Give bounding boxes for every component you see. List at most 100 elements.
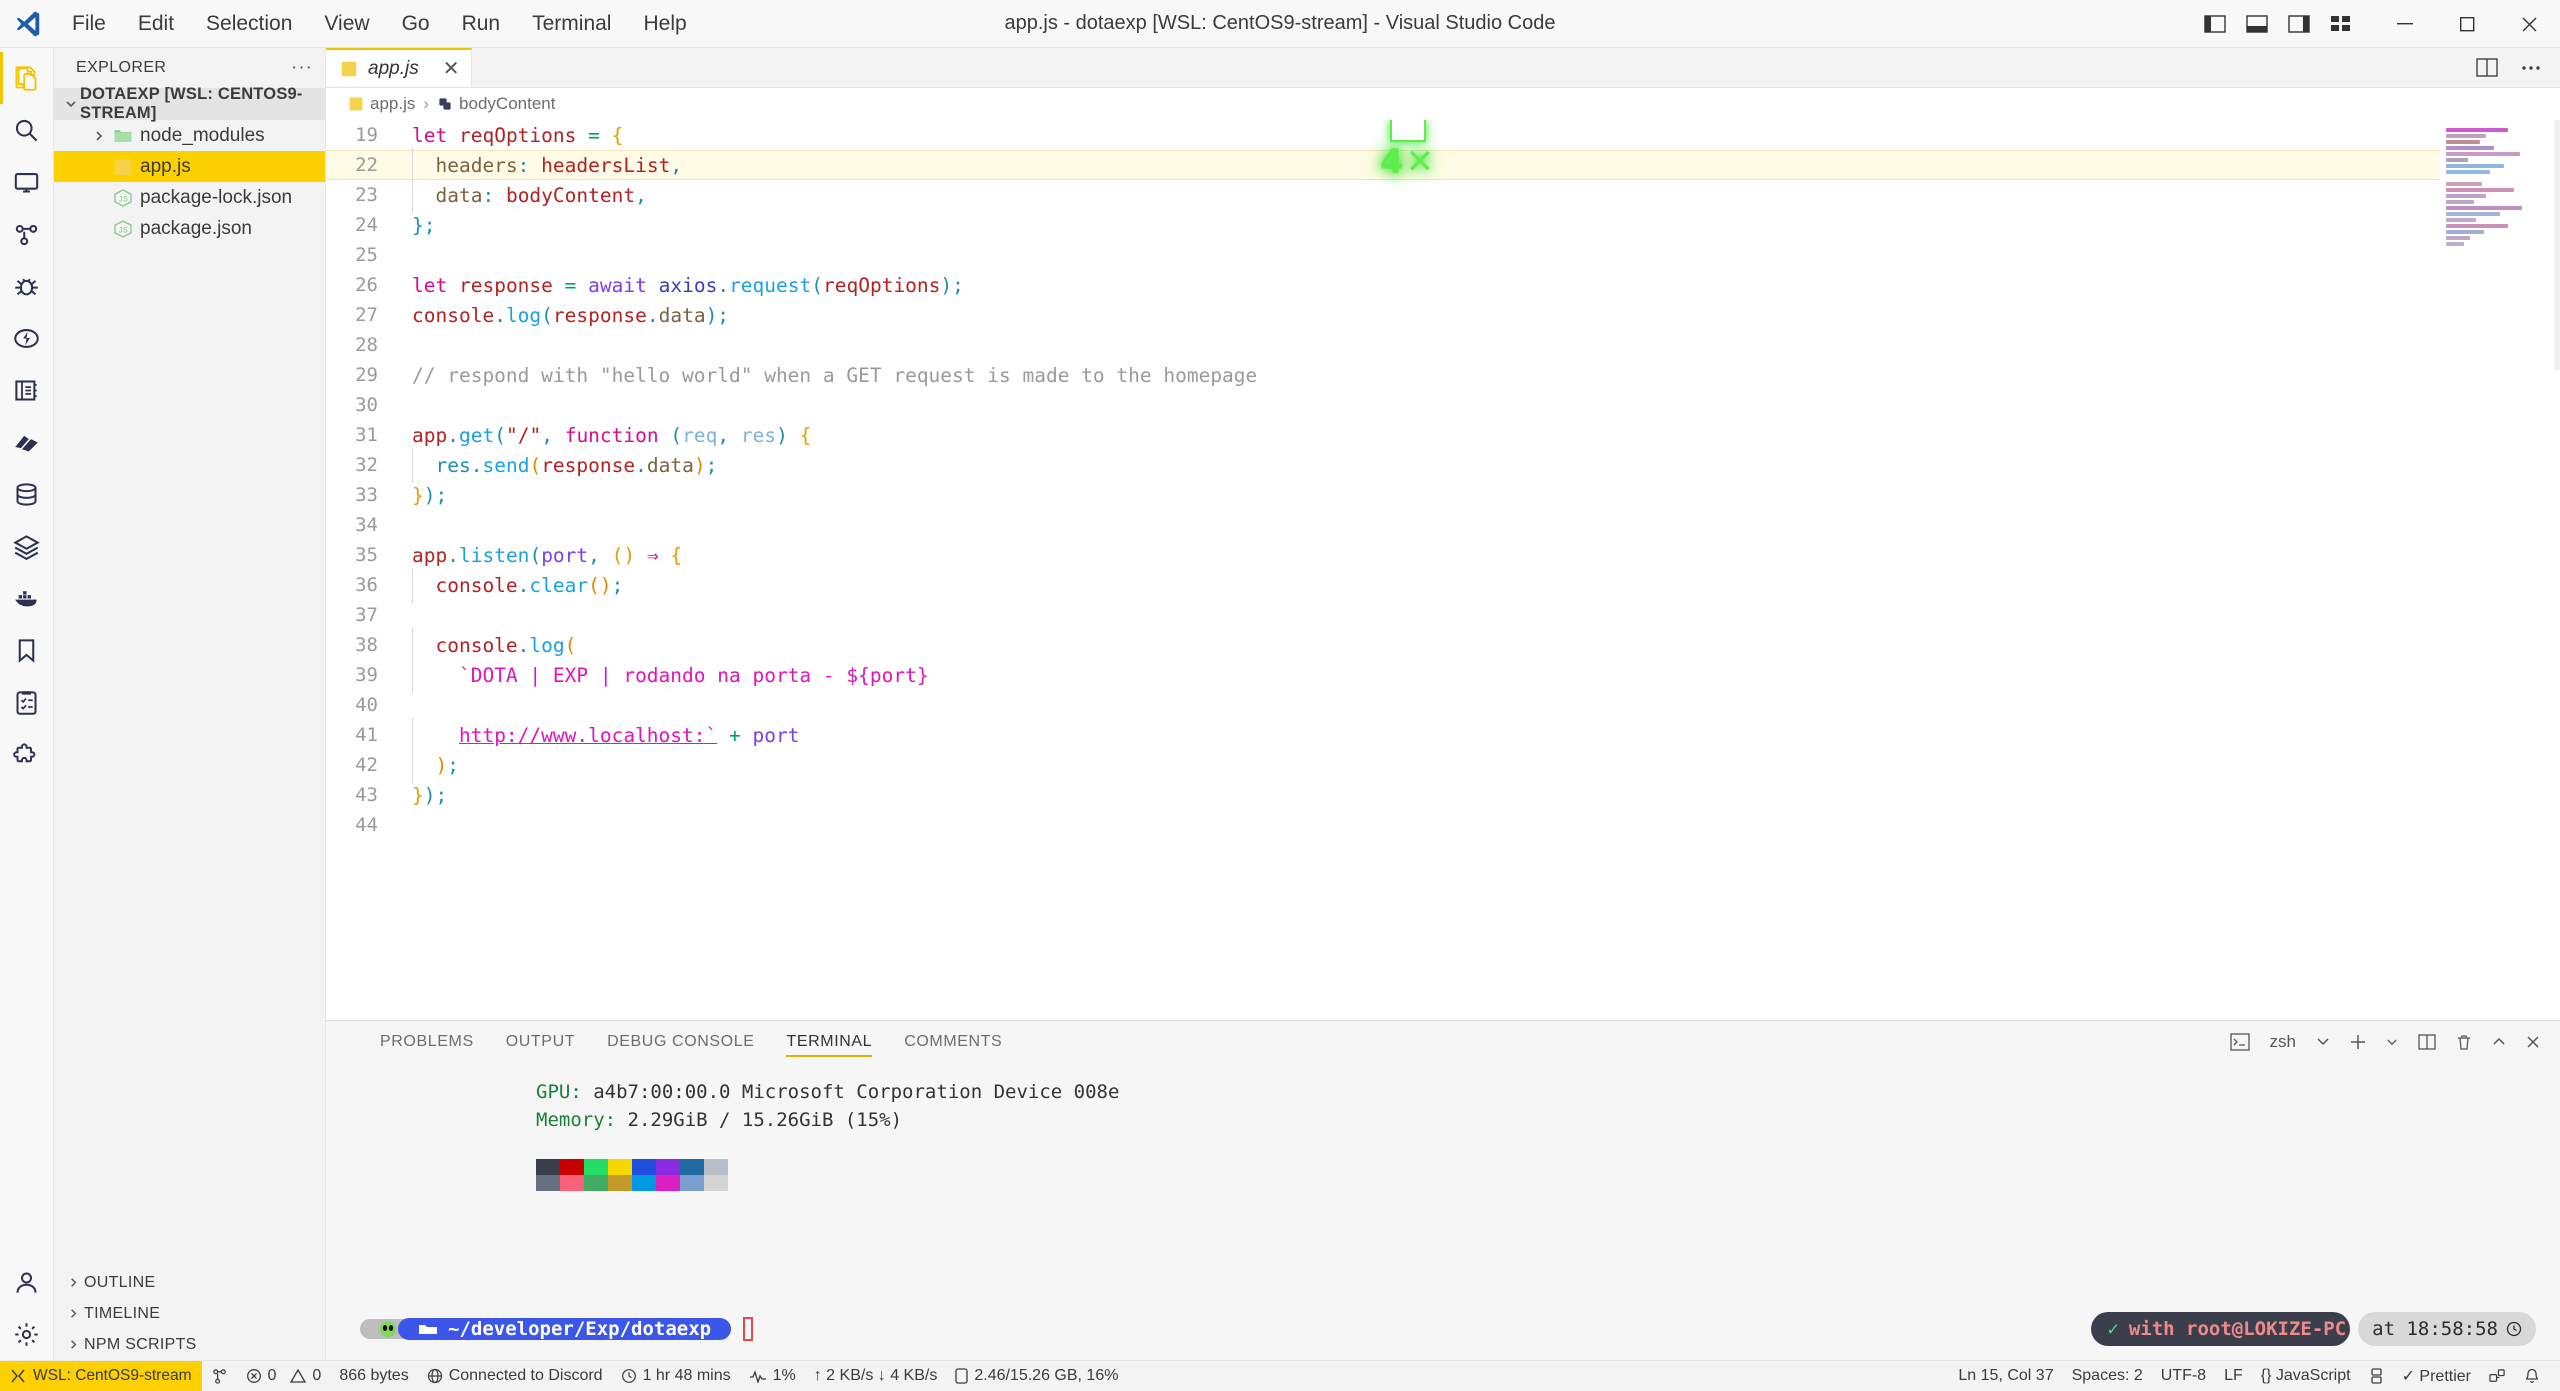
sidebar-item-docker[interactable] — [0, 572, 54, 624]
menu-run[interactable]: Run — [446, 6, 517, 41]
menu-terminal[interactable]: Terminal — [516, 6, 627, 41]
status-problems[interactable]: 0 0 — [237, 1361, 331, 1391]
toggle-primary-sidebar-icon[interactable] — [2204, 15, 2226, 33]
status-notifications[interactable] — [2515, 1361, 2560, 1391]
toggle-secondary-sidebar-icon[interactable] — [2288, 15, 2310, 33]
sidebar-section-timeline[interactable]: TIMELINE — [54, 1298, 325, 1329]
chevron-right-icon[interactable] — [62, 1338, 84, 1351]
status-file-size[interactable]: 866 bytes — [330, 1361, 417, 1391]
menu-go[interactable]: Go — [386, 6, 446, 41]
tree-item-node-modules[interactable]: node_modules — [54, 120, 325, 151]
sidebar-item-source-control[interactable] — [0, 208, 54, 260]
split-editor-icon[interactable] — [2476, 57, 2498, 78]
status-indentation[interactable]: Spaces: 2 — [2063, 1361, 2152, 1391]
tree-item-label: node_modules — [140, 124, 265, 146]
tree-item-package-json[interactable]: JS package.json — [54, 213, 325, 244]
status-encoding[interactable]: UTF-8 — [2152, 1361, 2215, 1391]
status-time-label: 1 hr 48 mins — [642, 1367, 731, 1384]
sidebar-item-thunder-client[interactable] — [0, 312, 54, 364]
close-button[interactable] — [2498, 0, 2560, 48]
tree-item-app-js[interactable]: app.js — [54, 151, 325, 182]
sidebar-item-books[interactable] — [0, 416, 54, 468]
sidebar-item-extensions[interactable] — [0, 728, 54, 780]
close-panel-icon[interactable] — [2526, 1035, 2540, 1049]
tab-debug-console[interactable]: DEBUG CONSOLE — [591, 1021, 770, 1063]
sidebar-item-notebook[interactable] — [0, 364, 54, 416]
menu-view[interactable]: View — [308, 6, 385, 41]
status-ports[interactable] — [2360, 1361, 2393, 1391]
more-editor-actions-icon[interactable] — [2520, 58, 2542, 78]
status-source-control[interactable] — [202, 1361, 237, 1391]
menu-help[interactable]: Help — [627, 6, 702, 41]
sidebar-item-remote-explorer[interactable] — [0, 156, 54, 208]
sidebar-item-bookmarks[interactable] — [0, 624, 54, 676]
kill-terminal-icon[interactable] — [2456, 1034, 2472, 1051]
accounts-icon[interactable] — [0, 1256, 54, 1308]
breadcrumb-item-symbol[interactable]: bodyContent — [459, 94, 555, 114]
node-file-icon: JS — [110, 188, 136, 208]
tree-item-package-lock-json[interactable]: JS package-lock.json — [54, 182, 325, 213]
status-network[interactable]: ↑ 2 KB/s ↓ 4 KB/s — [805, 1361, 947, 1391]
sidebar-section-outline[interactable]: OUTLINE — [54, 1267, 325, 1298]
split-terminal-icon[interactable] — [2418, 1034, 2436, 1050]
tab-problems[interactable]: PROBLEMS — [364, 1021, 490, 1063]
minimize-button[interactable] — [2374, 0, 2436, 48]
tab-comments[interactable]: COMMENTS — [888, 1021, 1018, 1063]
explorer-root-folder[interactable]: DOTAEXP [WSL: CENTOS9-STREAM] — [54, 85, 325, 122]
status-remote-indicator[interactable]: WSL: CentOS9-stream — [0, 1360, 202, 1391]
chevron-right-icon[interactable] — [62, 1276, 84, 1289]
minimap[interactable] — [2440, 120, 2560, 1020]
sidebar-item-todo-tree[interactable] — [0, 676, 54, 728]
code-surface[interactable]: 19 let reqOptions = { 22 headers: headers… — [326, 120, 2440, 1020]
toggle-panel-icon[interactable] — [2246, 15, 2268, 33]
new-terminal-icon[interactable] — [2350, 1034, 2366, 1050]
status-discord[interactable]: Connected to Discord — [418, 1361, 612, 1391]
color-swatch — [704, 1175, 728, 1191]
sidebar-item-layers[interactable] — [0, 520, 54, 572]
chevron-right-icon[interactable] — [88, 129, 110, 143]
status-cursor-position[interactable]: Ln 15, Col 37 — [1949, 1361, 2062, 1391]
status-prettier[interactable]: ✓ Prettier — [2393, 1361, 2480, 1391]
panel-tabs: PROBLEMS OUTPUT DEBUG CONSOLE TERMINAL C… — [326, 1021, 2560, 1063]
status-disk[interactable]: 2.46/15.26 GB, 16% — [946, 1361, 1127, 1391]
status-cpu[interactable]: 1% — [740, 1361, 805, 1391]
sidebar-item-run-debug[interactable] — [0, 260, 54, 312]
color-swatch — [536, 1159, 560, 1175]
menu-file[interactable]: File — [56, 6, 122, 41]
terminal-output[interactable]: GPU: a4b7:00:00.0 Microsoft Corporation … — [326, 1063, 2560, 1360]
tab-terminal[interactable]: TERMINAL — [770, 1021, 888, 1063]
chevron-down-icon[interactable] — [62, 97, 80, 111]
line-content: // respond with "hello world" when a GET… — [412, 363, 1258, 387]
terminal-icon[interactable] — [2229, 1033, 2250, 1051]
menu-selection[interactable]: Selection — [190, 6, 308, 41]
breadcrumb-item-file[interactable]: app.js — [370, 94, 415, 114]
status-eol[interactable]: LF — [2215, 1361, 2252, 1391]
gear-icon[interactable] — [0, 1308, 54, 1360]
customize-layout-icon[interactable] — [2330, 15, 2352, 33]
maximize-button[interactable] — [2436, 0, 2498, 48]
status-language-mode[interactable]: {} JavaScript — [2252, 1361, 2360, 1391]
menu-edit[interactable]: Edit — [122, 6, 190, 41]
error-icon — [246, 1368, 262, 1384]
sidebar-item-search[interactable] — [0, 104, 54, 156]
tab-output[interactable]: OUTPUT — [490, 1021, 591, 1063]
minimap-slider[interactable] — [2554, 120, 2560, 370]
sidebar-section-npm-scripts[interactable]: NPM SCRIPTS — [54, 1329, 325, 1360]
sidebar-item-database[interactable] — [0, 468, 54, 520]
sidebar-more-actions-icon[interactable]: ··· — [291, 57, 313, 79]
line-number: 43 — [355, 784, 378, 806]
chevron-down-icon[interactable] — [2316, 1037, 2330, 1047]
close-icon[interactable]: ✕ — [443, 56, 460, 81]
sidebar-item-explorer[interactable] — [0, 52, 54, 104]
status-time-tracked[interactable]: 1 hr 48 mins — [612, 1361, 740, 1391]
folder-icon — [418, 1322, 438, 1336]
chevron-down-icon[interactable] — [2386, 1038, 2398, 1047]
code-line: 40 — [326, 690, 2440, 720]
tab-app-js[interactable]: app.js ✕ — [326, 48, 473, 87]
maximize-panel-icon[interactable] — [2492, 1037, 2506, 1047]
terminal-right-status: ✓ with root@LOKIZE-PC at 18:58:58 — [2091, 1312, 2536, 1346]
status-remote-hub[interactable] — [2480, 1361, 2515, 1391]
terminal-prompt: ~/developer/Exp/dotaexp — [360, 1312, 754, 1346]
shell-name-label[interactable]: zsh — [2270, 1032, 2296, 1052]
chevron-right-icon[interactable] — [62, 1307, 84, 1320]
